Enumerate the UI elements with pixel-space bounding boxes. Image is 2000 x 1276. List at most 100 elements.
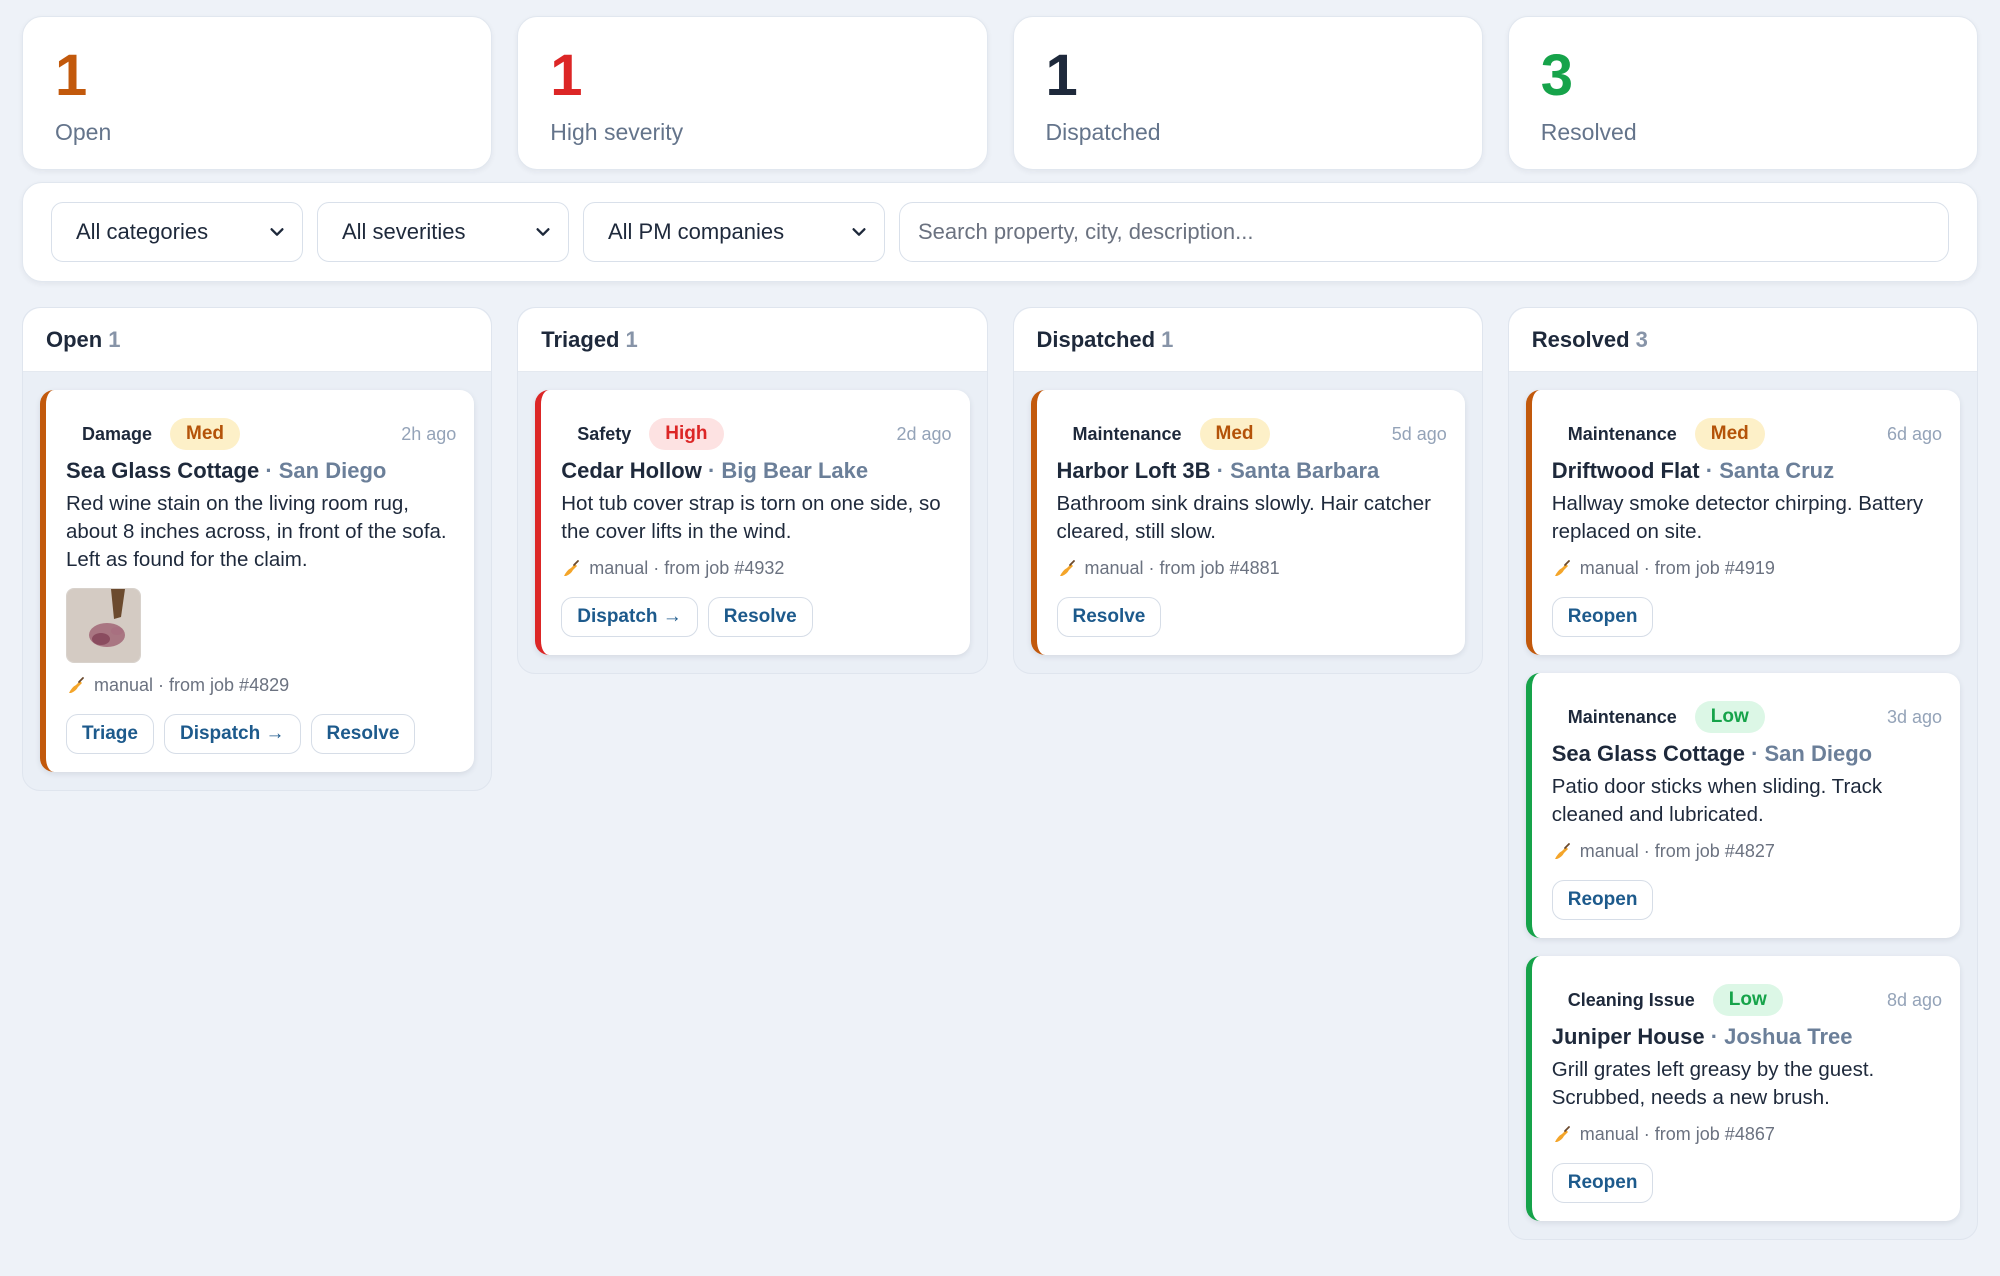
category-label: Maintenance [1567,423,1677,444]
column-title: Triaged [541,326,620,352]
photo-thumbnail[interactable] [66,588,141,663]
issues-dashboard: 1 Open 1 High severity 1 Dispatched 3 Re… [0,0,2000,1240]
source-meta: manual · from job #4827 [1552,841,1942,862]
severity-badge: Low [1712,984,1783,1016]
timestamp: 8d ago [1886,989,1942,1010]
city-name: · Santa Cruz [1705,458,1835,483]
severity-badge: Med [1694,418,1765,450]
source-meta: manual · from job #4932 [561,558,951,579]
stat-value: 3 [1540,43,1574,108]
severity-badge: Low [1694,701,1765,733]
column-count: 3 [1635,326,1648,352]
writing-hand-icon [69,676,84,693]
property-line: Harbor Loft 3B · Santa Barbara [1057,458,1447,484]
issue-card[interactable]: Cleaning Issue Low 8d ago Juniper House … [1525,956,1960,1221]
issue-card[interactable]: Damage Med 2h ago Sea Glass Cottage · Sa… [40,390,475,772]
reopen-button[interactable]: Reopen [1551,1163,1654,1203]
search-input[interactable]: Search property, city, description... [899,202,1949,262]
chevron-down-icon [536,228,550,236]
property-line: Cedar Hollow · Big Bear Lake [561,458,951,484]
city-name: · San Diego [1751,741,1873,766]
category-label: Safety [577,423,632,444]
issue-card[interactable]: Maintenance Low 3d ago Sea Glass Cottage… [1525,673,1960,938]
property-name: Driftwood Flat [1551,458,1700,483]
severity-badge: High [649,418,724,450]
dispatch-button[interactable]: Dispatch → [163,714,301,754]
category-label: Cleaning Issue [1567,989,1695,1010]
dispatch-button[interactable]: Dispatch → [561,597,698,637]
meta-text: manual · from job #4827 [1579,841,1775,861]
category-label: Maintenance [1072,423,1182,444]
property-name: Sea Glass Cottage [66,458,260,483]
writing-hand-icon [1554,842,1570,859]
issue-description: Red wine stain on the living room rug, a… [66,492,447,571]
issue-description: Hallway smoke detector chirping. Battery… [1551,492,1924,543]
meta-text: manual · from job #4919 [1579,558,1775,578]
reopen-button[interactable]: Reopen [1551,880,1654,920]
issue-description: Hot tub cover strap is torn on one side,… [561,492,941,543]
stat-card-open: 1 Open [22,16,493,170]
severity-select[interactable]: All severities [317,202,569,262]
stat-label: Resolved [1540,119,1637,145]
stat-card-high-severity: 1 High severity [517,16,988,170]
triage-button[interactable]: Triage [66,714,154,754]
column-title: Dispatched [1036,326,1156,352]
column-count: 1 [625,326,638,352]
property-name: Harbor Loft 3B [1056,458,1211,483]
city-name: · Joshua Tree [1710,1024,1853,1049]
issue-description: Bathroom sink drains slowly. Hair catche… [1056,492,1431,543]
column-title: Open [46,326,103,352]
property-line: Sea Glass Cottage · San Diego [66,458,456,484]
category-label: Maintenance [1567,706,1677,727]
column-header: Triaged 1 [518,308,987,372]
column-resolved: Resolved 3 Maintenance Med 6d ago Driftw… [1507,307,1978,1240]
column-header: Resolved 3 [1508,308,1977,372]
timestamp: 2d ago [896,423,952,444]
resolve-button[interactable]: Resolve [1056,597,1162,637]
filter-bar: All categories All severities All PM com… [22,182,1978,282]
column-header: Open 1 [23,308,492,372]
chevron-down-icon [852,228,866,236]
source-meta: manual · from job #4829 [66,675,456,696]
timestamp: 2h ago [401,423,457,444]
stat-label: High severity [550,119,684,145]
issue-card[interactable]: Maintenance Med 5d ago Harbor Loft 3B · … [1030,390,1465,655]
severity-badge: Med [170,418,241,450]
timestamp: 3d ago [1886,706,1942,727]
chevron-down-icon [270,228,284,236]
meta-text: manual · from job #4829 [94,675,290,695]
issue-card[interactable]: Maintenance Med 6d ago Driftwood Flat · … [1525,390,1960,655]
severity-select-value: All severities [342,219,466,244]
resolve-button[interactable]: Resolve [310,714,416,754]
property-line: Sea Glass Cottage · San Diego [1552,741,1942,767]
severity-badge: Med [1199,418,1270,450]
kanban-board: Open 1 Damage Med 2h ago Sea Glass Cotta… [22,307,1978,1240]
city-name: · San Diego [265,458,387,483]
meta-text: manual · from job #4881 [1084,558,1280,578]
column-header: Dispatched 1 [1013,308,1482,372]
resolve-button[interactable]: Resolve [707,597,813,637]
stats-row: 1 Open 1 High severity 1 Dispatched 3 Re… [22,16,1978,170]
writing-hand-icon [1554,1125,1570,1142]
pm-company-select[interactable]: All PM companies [583,202,885,262]
search-placeholder: Search property, city, description... [918,219,1254,244]
column-count: 1 [108,326,121,352]
issue-card[interactable]: Safety High 2d ago Cedar Hollow · Big Be… [535,390,970,655]
meta-text: manual · from job #4932 [589,558,785,578]
source-meta: manual · from job #4881 [1057,558,1447,579]
property-line: Juniper House · Joshua Tree [1552,1024,1942,1050]
category-select-value: All categories [76,219,209,244]
stain-photo-icon [67,589,140,662]
property-name: Juniper House [1551,1024,1705,1049]
city-name: · Santa Barbara [1216,458,1380,483]
stat-value: 1 [1045,43,1078,108]
reopen-button[interactable]: Reopen [1551,597,1654,637]
column-dispatched: Dispatched 1 Maintenance Med 5d ago Harb… [1012,307,1483,674]
stat-card-resolved: 3 Resolved [1507,16,1978,170]
meta-text: manual · from job #4867 [1579,1124,1775,1144]
source-meta: manual · from job #4919 [1552,558,1942,579]
issue-description: Patio door sticks when sliding. Track cl… [1551,775,1883,826]
stat-label: Open [55,119,112,145]
column-open: Open 1 Damage Med 2h ago Sea Glass Cotta… [22,307,493,791]
category-select[interactable]: All categories [51,202,303,262]
